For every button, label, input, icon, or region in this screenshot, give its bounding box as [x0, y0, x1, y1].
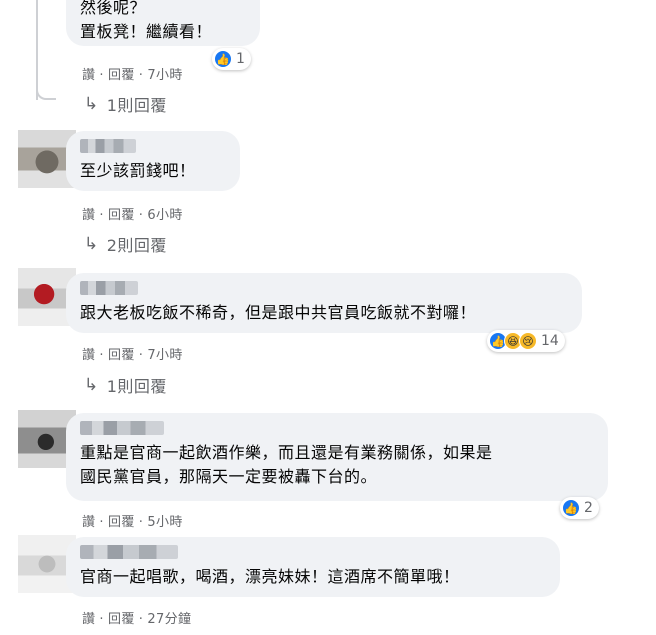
like-link[interactable]: 讚 [82, 608, 95, 627]
comment-text: 至少該罰錢吧！ [80, 161, 196, 180]
comment-actions: 讚 · 回覆 · 7小時 [82, 344, 183, 363]
comment-bubble: 然後呢？ 置板凳！繼續看！ [66, 0, 260, 46]
view-replies-button[interactable]: ↳ 1則回覆 [84, 373, 167, 397]
like-link[interactable]: 讚 [82, 64, 95, 83]
comment-text: 重點是官商一起飲酒作樂，而且還是有業務關係，如果是 國民黨官員，那隔天一定要被轟… [80, 443, 493, 486]
like-link[interactable]: 讚 [82, 204, 95, 223]
author-name-blurred[interactable] [80, 139, 136, 153]
comment-text: 然後呢？ 置板凳！繼續看！ [80, 0, 213, 41]
reply-arrow-icon: ↳ [84, 375, 99, 395]
reaction-summary[interactable]: 👍 2 [560, 497, 599, 519]
comment-actions: 讚 · 回覆 · 5小時 [82, 511, 183, 530]
like-link[interactable]: 讚 [82, 344, 95, 363]
like-icon: 👍 [562, 499, 580, 517]
reaction-count: 1 [236, 51, 245, 67]
timestamp[interactable]: 5小時 [147, 511, 182, 530]
reply-link[interactable]: 回覆 [108, 344, 135, 363]
like-icon: 👍 [214, 50, 232, 68]
comment-text: 官商一起唱歌，喝酒，漂亮妹妹！這酒席不簡單哦！ [80, 567, 460, 586]
comment-bubble: 重點是官商一起飲酒作樂，而且還是有業務關係，如果是 國民黨官員，那隔天一定要被轟… [66, 413, 608, 501]
reply-arrow-icon: ↳ [84, 94, 99, 114]
author-name-blurred[interactable] [80, 421, 164, 435]
reaction-count: 14 [541, 333, 559, 349]
author-name-blurred[interactable] [80, 545, 178, 559]
timestamp[interactable]: 7小時 [147, 64, 182, 83]
reply-link[interactable]: 回覆 [108, 64, 135, 83]
comment-text: 跟大老板吃飯不稀奇，但是跟中共官員吃飯就不對囉！ [80, 303, 477, 322]
reaction-count: 2 [584, 500, 593, 516]
author-name-blurred[interactable] [80, 281, 138, 295]
sad-icon: 😢 [519, 332, 537, 350]
like-link[interactable]: 讚 [82, 511, 95, 530]
reaction-summary[interactable]: 👍 😆 😢 14 [487, 330, 565, 352]
reply-link[interactable]: 回覆 [108, 608, 135, 627]
comment-bubble: 至少該罰錢吧！ [66, 131, 240, 191]
thread-connector [36, 84, 56, 100]
timestamp[interactable]: 7小時 [147, 344, 182, 363]
view-replies-button[interactable]: ↳ 1則回覆 [84, 92, 167, 116]
reply-link[interactable]: 回覆 [108, 511, 135, 530]
reply-arrow-icon: ↳ [84, 234, 99, 254]
reaction-summary[interactable]: 👍 1 [212, 48, 251, 70]
view-replies-button[interactable]: ↳ 2則回覆 [84, 232, 167, 256]
timestamp[interactable]: 6小時 [147, 204, 182, 223]
comment-bubble: 跟大老板吃飯不稀奇，但是跟中共官員吃飯就不對囉！ [66, 273, 582, 333]
reply-link[interactable]: 回覆 [108, 204, 135, 223]
comment-actions: 讚 · 回覆 · 27分鐘 [82, 608, 191, 627]
comment-bubble: 官商一起唱歌，喝酒，漂亮妹妹！這酒席不簡單哦！ [66, 537, 560, 597]
comment-actions: 讚 · 回覆 · 7小時 [82, 64, 183, 83]
comment-actions: 讚 · 回覆 · 6小時 [82, 204, 183, 223]
timestamp[interactable]: 27分鐘 [147, 608, 191, 627]
